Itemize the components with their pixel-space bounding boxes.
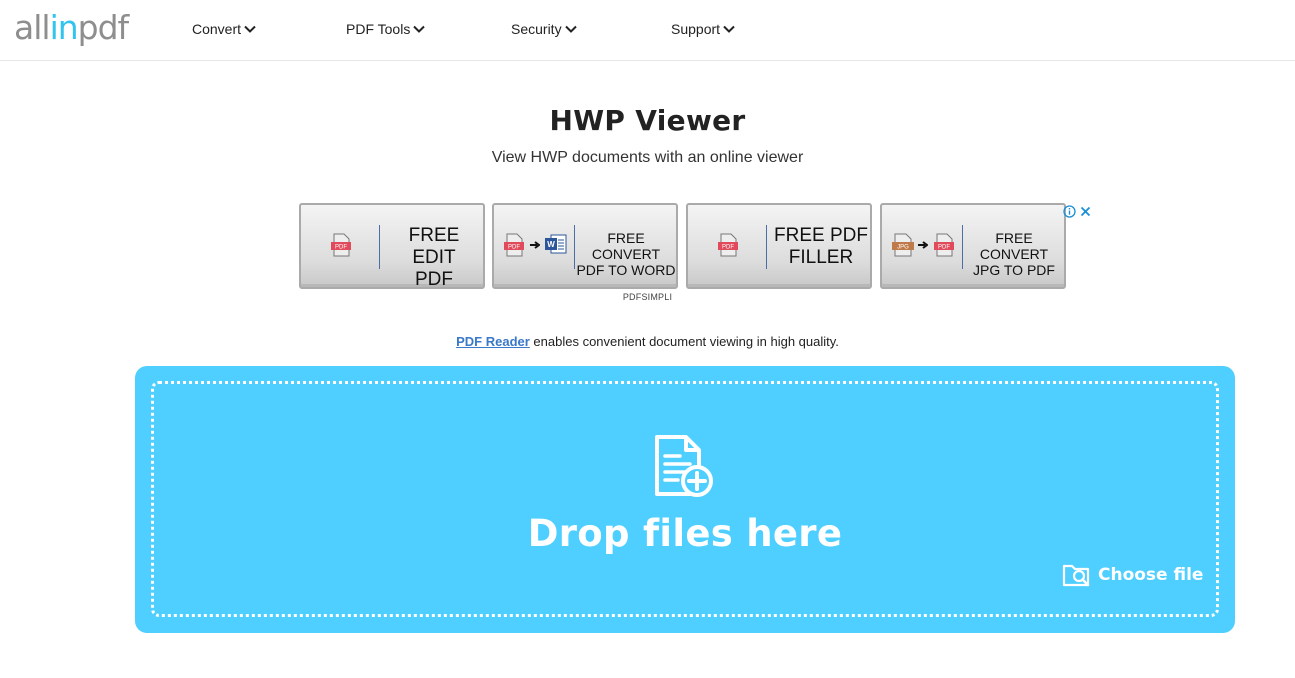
- chevron-down-icon: [564, 25, 577, 33]
- folder-search-icon: [1062, 564, 1090, 587]
- ad-card-pdf-to-word[interactable]: PDF W FREE CONVERT PDF TO WORD: [492, 203, 678, 289]
- chevron-down-icon: [723, 25, 735, 33]
- pdf-file-icon: PDF: [718, 233, 738, 257]
- nav-support[interactable]: Support: [671, 19, 735, 39]
- page-subtitle: View HWP documents with an online viewer: [491, 149, 804, 166]
- nav-convert[interactable]: Convert: [192, 19, 256, 39]
- file-dropzone[interactable]: Drop files here Choose file: [135, 366, 1235, 633]
- pdf-reader-link[interactable]: PDF Reader: [456, 334, 530, 349]
- pdf-file-icon: PDF: [934, 233, 954, 257]
- ad-card-jpg-to-pdf[interactable]: JPG PDF FREE CONVERT JPG TO PDF: [880, 203, 1066, 289]
- pdf-file-icon: PDF: [504, 233, 524, 257]
- arrow-right-icon: [530, 241, 540, 249]
- ad-sponsor-label: PDFSIMPLI: [622, 292, 673, 302]
- nav-security[interactable]: Security: [511, 19, 577, 39]
- chevron-down-icon: [244, 25, 256, 33]
- word-file-icon: W: [545, 234, 567, 254]
- choose-file-button[interactable]: Choose file: [1062, 562, 1203, 588]
- nav-pdf-tools[interactable]: PDF Tools: [346, 19, 426, 39]
- page-title: HWP Viewer: [549, 104, 746, 137]
- allinpdf-logo[interactable]: allinpdf: [14, 8, 129, 48]
- svg-text:JPG: JPG: [897, 245, 909, 251]
- ad-choices[interactable]: [1063, 205, 1091, 218]
- add-document-icon: [655, 435, 713, 497]
- top-header: allinpdf Convert PDF Tools Security Supp…: [0, 0, 1295, 61]
- svg-text:PDF: PDF: [335, 245, 347, 251]
- ad-card-free-edit-pdf[interactable]: PDF FREE EDIT PDF: [299, 203, 485, 290]
- info-icon: [1063, 205, 1076, 218]
- chevron-down-icon: [413, 25, 426, 33]
- arrow-right-icon: [918, 241, 928, 249]
- ad-card-free-pdf-filler[interactable]: PDF FREE PDF FILLER: [686, 203, 872, 289]
- pdf-file-icon: PDF: [331, 233, 351, 257]
- svg-text:PDF: PDF: [722, 245, 734, 251]
- reader-info: PDF Reader enables convenient document v…: [456, 334, 839, 349]
- jpg-file-icon: JPG: [892, 233, 914, 257]
- svg-text:W: W: [547, 240, 555, 249]
- svg-text:PDF: PDF: [938, 245, 950, 251]
- svg-text:PDF: PDF: [508, 245, 520, 251]
- drop-files-title: Drop files here: [527, 512, 843, 555]
- close-icon: [1080, 206, 1091, 217]
